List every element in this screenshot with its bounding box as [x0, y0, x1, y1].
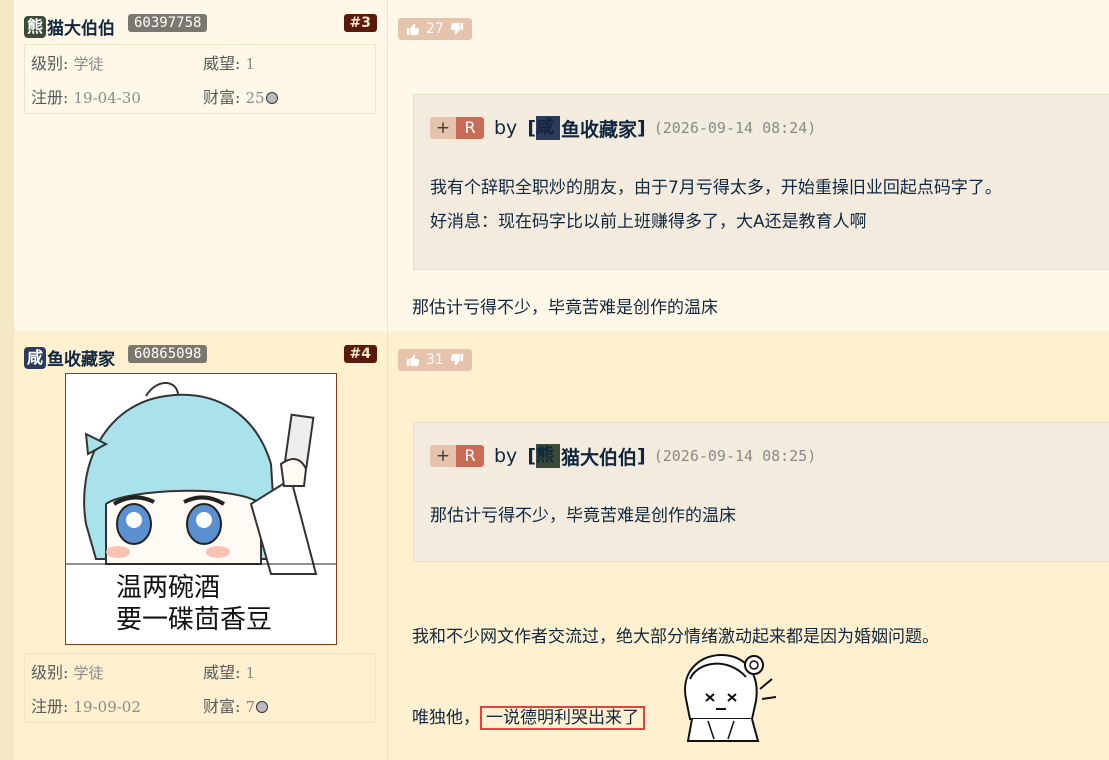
- quoted-author: 猫大伯伯: [561, 446, 638, 469]
- quote-line: 我有个辞职全职炒的朋友，由于7月亏得太多，开始重操旧业回起点码字了。: [430, 178, 1002, 198]
- coin-icon: [256, 701, 269, 713]
- quote-line: 那估计亏得不少，毕竟苦难是创作的温床: [430, 506, 736, 526]
- user-name-icon-char: 熊: [24, 15, 46, 38]
- wealth-value: 7: [245, 698, 256, 716]
- register-date: 19-09-02: [73, 698, 141, 716]
- quote-timestamp: (2026-09-14 08:25): [653, 447, 817, 465]
- prestige-value: 1: [245, 664, 256, 682]
- thumbs-down-icon[interactable]: [450, 353, 464, 367]
- level-value: 学徒: [73, 664, 104, 682]
- prestige-label: 威望:: [203, 54, 241, 73]
- quoted-author: 鱼收藏家: [561, 118, 638, 141]
- user-name: 鱼收藏家: [47, 350, 115, 370]
- bracket-close: ]: [637, 445, 646, 467]
- quote-block: + R by [ 熊 猫大伯伯 ] (2026-09-14 08:25) 那估计亏…: [413, 422, 1109, 562]
- quote-body: 我有个辞职全职炒的朋友，由于7月亏得太多，开始重操旧业回起点码字了。 好消息：现…: [430, 171, 1093, 239]
- bracket-close: ]: [637, 117, 646, 139]
- user-info-panel: 熊 猫大伯伯 60397758 #3 级别: 学徒 威望: 1 注册: 19-0…: [14, 0, 388, 331]
- username-link[interactable]: 熊 猫大伯伯: [24, 14, 115, 39]
- quote-block: + R by [ 咸 鱼收藏家 ] (2026-09-14 08:24) 我有个辞…: [413, 94, 1109, 270]
- wealth-label: 财富:: [203, 88, 241, 107]
- level-label: 级别:: [31, 54, 69, 73]
- user-id-badge: 60397758: [128, 14, 208, 32]
- thumbs-up-icon[interactable]: [406, 353, 420, 367]
- post-text: 那估计亏得不少，毕竟苦难是创作的温床: [412, 298, 718, 318]
- emoji-sticker: [684, 653, 777, 742]
- prestige-value: 1: [245, 55, 256, 73]
- quote-timestamp: (2026-09-14 08:24): [653, 119, 817, 137]
- add-button[interactable]: +: [430, 117, 456, 139]
- avatar-caption-line-1: 温两碗酒: [116, 573, 220, 603]
- thumbs-down-icon[interactable]: [450, 22, 464, 36]
- register-date: 19-04-30: [73, 89, 141, 107]
- floor-number-link[interactable]: #3: [343, 14, 377, 32]
- post-content: 31 + R by [ 熊 猫大伯伯 ] (2026-09-14 08:25) 那…: [398, 331, 1109, 760]
- user-id-badge: 60865098: [128, 345, 208, 363]
- reply-button[interactable]: R: [456, 445, 484, 467]
- reply-button[interactable]: R: [456, 117, 484, 139]
- by-label: by: [494, 117, 518, 139]
- vote-bar: 27: [398, 18, 472, 40]
- thumbs-up-icon[interactable]: [406, 22, 420, 36]
- highlighted-text: 一说德明利哭出来了: [480, 706, 645, 730]
- user-name: 猫大伯伯: [47, 19, 115, 39]
- user-stats: 级别: 学徒 威望: 1 注册: 19-09-02 财富: 7: [24, 653, 376, 723]
- user-name-icon-char: 咸: [24, 346, 46, 369]
- author-icon-char: 咸: [536, 116, 560, 140]
- floor-number-link[interactable]: #4: [343, 345, 377, 363]
- prestige-label: 威望:: [203, 663, 241, 682]
- by-label: by: [494, 445, 518, 467]
- avatar-illustration: 温两碗酒 要一碟茴香豆: [66, 374, 336, 644]
- bracket-open: [: [527, 445, 536, 467]
- author-icon-char: 熊: [536, 444, 560, 468]
- level-value: 学徒: [73, 55, 104, 73]
- register-label: 注册:: [31, 697, 69, 716]
- avatar-caption-line-2: 要一碟茴香豆: [116, 605, 272, 635]
- quote-body: 那估计亏得不少，毕竟苦难是创作的温床: [430, 499, 1093, 533]
- vote-count: 31: [426, 352, 444, 368]
- user-info-panel: 咸 鱼收藏家 60865098 #4 温两碗酒 要一碟茴香豆 级别: 学徒 威望…: [14, 331, 388, 760]
- post-floor-3: 熊 猫大伯伯 60397758 #3 级别: 学徒 威望: 1 注册: 19-0…: [0, 0, 1109, 331]
- level-label: 级别:: [31, 663, 69, 682]
- user-stats: 级别: 学徒 威望: 1 注册: 19-04-30 财富: 25: [24, 44, 376, 114]
- username-link[interactable]: 咸 鱼收藏家: [24, 345, 115, 370]
- quoted-author-link[interactable]: [ 咸 鱼收藏家 ]: [527, 115, 646, 142]
- quote-line: 好消息：现在码字比以前上班赚得多了，大A还是教育人啊: [430, 212, 867, 232]
- add-button[interactable]: +: [430, 445, 456, 467]
- wealth-value: 25: [245, 89, 265, 107]
- quoted-author-link[interactable]: [ 熊 猫大伯伯 ]: [527, 443, 646, 470]
- bracket-open: [: [527, 117, 536, 139]
- post-text-2: 唯独他， 一说德明利哭出来了: [412, 703, 645, 730]
- avatar[interactable]: 温两碗酒 要一碟茴香豆: [65, 373, 337, 645]
- register-label: 注册:: [31, 88, 69, 107]
- post-content: 27 + R by [ 咸 鱼收藏家 ] (2026-09-14 08:24) 我…: [398, 0, 1109, 331]
- post-text-prefix: 唯独他，: [412, 708, 480, 728]
- vote-count: 27: [426, 21, 444, 37]
- post-text: 我和不少网文作者交流过，绝大部分情绪激动起来都是因为婚姻问题。: [412, 627, 939, 647]
- vote-bar: 31: [398, 349, 472, 371]
- coin-icon: [265, 92, 278, 104]
- wealth-label: 财富:: [203, 697, 241, 716]
- post-floor-4: 咸 鱼收藏家 60865098 #4 温两碗酒 要一碟茴香豆 级别: 学徒 威望…: [0, 331, 1109, 760]
